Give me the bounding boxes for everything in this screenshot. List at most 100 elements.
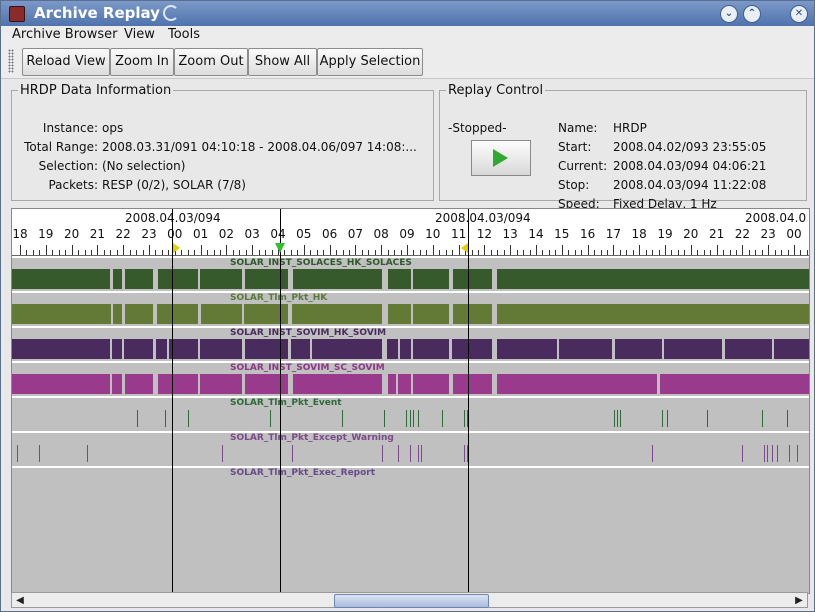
track-name: SOLAR_Tlm_Pkt_HK [230,293,328,303]
axis-minor-tick [735,250,737,255]
axis-minor-tick [155,250,157,255]
track-segment [725,339,772,359]
stop-marker-icon[interactable] [461,243,468,253]
play-button[interactable] [471,140,531,176]
axis-hour-label: 08 [373,227,389,241]
axis-minor-tick [419,250,421,255]
axis-minor-tick [116,250,118,255]
track-segment [291,339,310,359]
event-mark [137,410,138,427]
axis-hour-label: 20 [683,227,699,241]
event-mark [342,410,343,427]
axis-hour-label: 09 [399,227,415,241]
track-segment [112,374,122,394]
axis-major-tick [794,245,795,255]
axis-minor-tick [523,250,525,255]
axis-minor-tick [800,250,802,255]
axis-hour-label: 07 [347,227,364,241]
current-marker-icon[interactable] [275,243,285,253]
show-all-button[interactable]: Show All [248,48,317,76]
axis-minor-tick [452,250,454,255]
event-mark [767,445,768,462]
axis-major-tick [71,245,73,255]
axis-major-tick [639,245,641,255]
axis-minor-tick [219,250,221,255]
scroll-left-arrow[interactable]: ◀ [14,595,26,607]
axis-minor-tick [194,250,196,255]
axis-minor-tick [497,250,499,255]
axis-minor-tick [400,250,402,255]
axis-minor-tick [600,250,602,255]
axis-minor-tick [806,250,808,255]
track-segment [413,374,449,394]
track-segment [559,339,612,359]
menu-view[interactable]: View [124,27,155,42]
track-solar-tlm-pkt-event[interactable] [12,409,809,429]
track-solar-inst-solaces-hk-solaces[interactable] [12,269,809,289]
menu-archive-browser[interactable]: Archive Browser [12,27,117,42]
minimize-button[interactable]: ⌄ [720,5,738,23]
instance-label: Instance: [42,121,98,135]
track-segment [312,339,382,359]
axis-minor-tick [774,250,776,255]
axis-minor-tick [84,250,86,255]
zoom-in-button[interactable]: Zoom In [110,48,174,76]
track-solar-tlm-pkt-hk[interactable] [12,304,809,324]
axis-minor-tick [65,250,67,255]
replay-current-line[interactable] [280,209,281,593]
axis-minor-tick [348,250,350,255]
axis-minor-tick [239,250,241,255]
close-button[interactable]: ✕ [790,5,808,23]
axis-minor-tick [477,250,479,255]
replay-start-line[interactable] [172,209,173,593]
event-mark [418,445,419,462]
axis-minor-tick [32,250,34,255]
track-segment [497,304,809,324]
axis-hour-label: 02 [218,227,235,241]
replay-stop-line[interactable] [468,209,469,593]
menu-bar: Archive Browser View Tools [1,26,814,45]
maximize-button[interactable]: ⌃ [743,5,761,23]
axis-major-tick [149,245,150,255]
stop-value: 2008.04.03/094 11:22:08 [613,178,767,192]
play-icon [493,149,508,167]
track-segment [12,269,110,289]
toolbar-grip[interactable] [8,49,14,73]
event-mark [764,445,765,462]
axis-hour-label: 20 [63,227,80,241]
menu-tools[interactable]: Tools [168,27,200,42]
scroll-thumb[interactable] [334,594,489,608]
app-icon [9,6,25,22]
track-solar-tlm-pkt-exec-report[interactable] [12,479,809,499]
horizontal-scrollbar[interactable]: ◀ ▶ [11,592,808,608]
start-marker-icon[interactable] [173,243,180,253]
event-mark [382,445,383,462]
scroll-right-arrow[interactable]: ▶ [793,595,805,607]
axis-hour-label: 22 [734,227,751,241]
axis-minor-tick [755,250,757,255]
axis-major-tick [484,245,486,255]
axis-minor-tick [187,250,189,255]
track-solar-inst-sovim-sc-sovim[interactable] [12,374,809,394]
track-segment [125,304,153,324]
axis-minor-tick [684,250,686,255]
reload-view-button[interactable]: Reload View [22,48,110,76]
axis-minor-tick [729,250,731,255]
track-segment [413,269,449,289]
axis-major-tick [510,245,512,255]
track-segment [12,339,110,359]
event-mark [410,410,411,427]
selection-value: (No selection) [102,159,186,173]
track-solar-inst-sovim-hk-sovim[interactable] [12,339,809,359]
event-mark [17,445,18,462]
apply-selection-button[interactable]: Apply Selection [317,48,423,76]
axis-minor-tick [439,250,441,255]
timeline-view[interactable]: 2008.04.03/0942008.04.03/0942008.04.0181… [11,208,810,594]
time-axis[interactable]: 2008.04.03/0942008.04.03/0942008.04.0181… [12,209,809,256]
axis-minor-tick [271,250,273,255]
zoom-out-button[interactable]: Zoom Out [174,48,248,76]
track-segment [398,374,411,394]
track-segment [245,269,288,289]
axis-hour-label: 15 [554,227,570,241]
track-solar-tlm-pkt-except-warning[interactable] [12,444,809,464]
